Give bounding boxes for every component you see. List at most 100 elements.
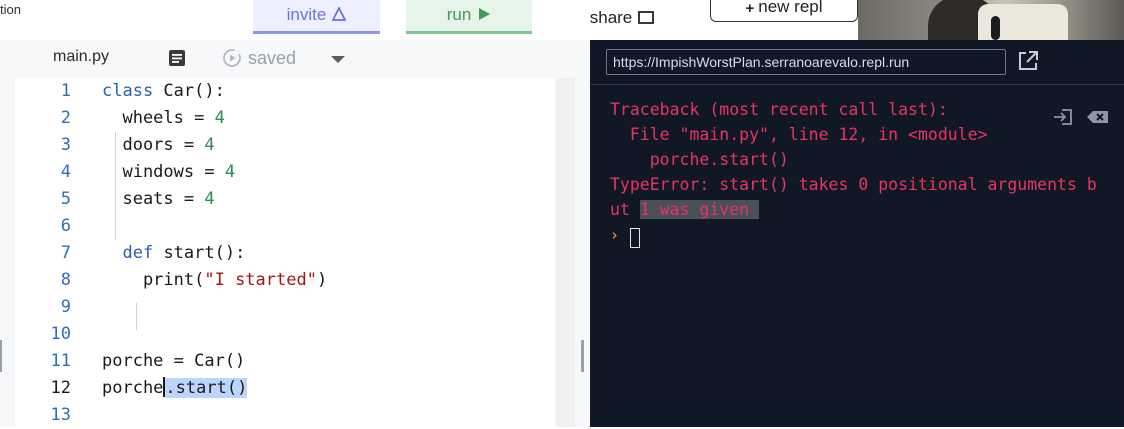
code-text: porche = Car() — [102, 348, 245, 375]
line-number: 4 — [60, 162, 71, 182]
line-number: 8 — [60, 270, 71, 290]
code-token: Car(): — [163, 81, 225, 101]
code-text: wheels = 4 — [102, 105, 225, 132]
code-text: doors = 4 — [102, 132, 215, 159]
new-repl-label: new repl — [758, 0, 823, 16]
code-line[interactable]: 5 seats = 4 — [15, 186, 555, 213]
code-token: doors = — [102, 135, 205, 155]
new-repl-button[interactable]: + new repl — [710, 0, 858, 22]
code-line[interactable]: 11 porche = Car() — [15, 348, 555, 375]
prompt-chevron: › — [610, 226, 620, 244]
code-token: class — [102, 81, 164, 101]
line-number: 3 — [60, 135, 71, 155]
line-number: 5 — [60, 189, 71, 209]
console-pane: https://ImpishWorstPlan.serranoarevalo.r… — [590, 40, 1124, 427]
line-number: 9 — [60, 297, 71, 317]
saved-status: saved — [248, 48, 297, 68]
code-token: 4 — [224, 162, 236, 182]
repl-url-field[interactable]: https://ImpishWorstPlan.serranoarevalo.r… — [606, 49, 1006, 75]
output-text: Traceback (most recent call last): — [610, 100, 948, 119]
output-text: TypeError: start() takes 0 positional ar… — [610, 175, 1097, 194]
code-token: ) — [316, 270, 328, 290]
code-line[interactable]: 10 — [15, 321, 555, 348]
selected-text: .start() — [165, 378, 248, 398]
code-text: windows = 4 — [102, 159, 235, 186]
code-text: def start(): — [102, 240, 245, 267]
open-external-icon[interactable] — [1016, 49, 1040, 73]
line-number: 1 — [60, 81, 71, 101]
share-button[interactable]: share — [562, 0, 682, 34]
line-number: 7 — [60, 243, 71, 263]
code-line[interactable]: 1 class Car(): — [15, 78, 555, 105]
code-line[interactable]: 13 — [15, 402, 555, 429]
code-line[interactable]: 2 wheels = 4 — [15, 105, 555, 132]
triangle-icon — [331, 5, 347, 25]
clear-console-icon[interactable] — [1086, 108, 1108, 126]
output-text: porche.start() — [610, 150, 789, 169]
plus-icon: + — [745, 0, 755, 17]
highlighted-output-text: 1 was given — [639, 200, 760, 219]
console-output-line: TypeError: start() takes 0 positional ar… — [610, 172, 1097, 197]
output-text: File "main.py", line 12, in <module> — [610, 125, 988, 144]
clock-play-icon — [222, 48, 242, 68]
editor-tab-bar: main.py saved — [0, 40, 590, 78]
terminal-cursor — [630, 228, 640, 248]
code-editor-pane: main.py saved 1 class Car(): 2 wheels = 43… — [0, 40, 590, 427]
console-output-line: ut 1 was given — [610, 197, 760, 222]
code-line[interactable]: 6 — [15, 213, 555, 240]
invite-label: invite — [286, 5, 327, 24]
file-tab-main-py[interactable]: main.py — [53, 48, 109, 66]
code-token: print( — [102, 270, 205, 290]
left-resize-handle[interactable] — [0, 340, 2, 372]
code-line[interactable]: 7 def start(): — [15, 240, 555, 267]
code-text: class Car(): — [102, 78, 225, 105]
document-icon[interactable] — [168, 49, 186, 67]
code-token: porche — [102, 378, 164, 398]
code-token: start(): — [163, 243, 246, 263]
line-number: 10 — [50, 324, 71, 344]
console-output-line: File "main.py", line 12, in <module> — [610, 122, 988, 147]
webcam-overlay — [858, 0, 1124, 45]
code-token: wheels = — [102, 108, 215, 128]
run-label: run — [446, 5, 472, 24]
share-label: share — [589, 8, 633, 27]
code-token: seats = — [102, 189, 205, 209]
code-token: "I started" — [204, 270, 317, 290]
code-line[interactable]: 3 doors = 4 — [15, 132, 555, 159]
output-text: ut — [610, 200, 640, 219]
share-box-icon — [638, 10, 655, 28]
code-token: 4 — [204, 189, 215, 209]
line-number: 12 — [50, 378, 71, 398]
code-line[interactable]: 12 porche .start() — [15, 375, 555, 402]
pane-divider-handle[interactable] — [581, 340, 584, 372]
play-icon — [477, 7, 491, 25]
line-number: 11 — [50, 351, 71, 371]
run-button[interactable]: run — [406, 0, 532, 34]
code-token: 4 — [214, 108, 225, 128]
top-toolbar: tion invite run share + new repl — [0, 0, 1124, 45]
chevron-down-icon[interactable] — [331, 56, 345, 63]
line-number: 13 — [50, 405, 71, 425]
console-output-line: Traceback (most recent call last): — [610, 97, 948, 122]
editor-scrollbar[interactable] — [556, 78, 575, 427]
code-line[interactable]: 8 print("I started") — [15, 267, 555, 294]
code-line[interactable]: 9 — [15, 294, 555, 321]
code-text: porche .start() — [102, 375, 248, 402]
code-text: print("I started") — [102, 267, 327, 294]
line-number: 2 — [60, 108, 71, 128]
console-output-line: porche.start() — [610, 147, 789, 172]
toolbar-left-text: tion — [0, 2, 21, 17]
line-number: 6 — [60, 216, 71, 236]
code-token: def — [122, 243, 164, 263]
code-line[interactable]: 4 windows = 4 — [15, 159, 555, 186]
code-area[interactable]: 1 class Car(): 2 wheels = 43 doors = 44 wi… — [15, 78, 555, 427]
console-divider — [590, 84, 1124, 85]
webcam-microphone — [991, 16, 1000, 40]
code-token: windows = — [102, 162, 225, 182]
run-in-shell-icon[interactable] — [1052, 108, 1074, 126]
code-token: porche = Car() — [102, 351, 246, 371]
code-text: seats = 4 — [102, 186, 215, 213]
code-token: 4 — [204, 135, 215, 155]
invite-button[interactable]: invite — [253, 0, 380, 34]
